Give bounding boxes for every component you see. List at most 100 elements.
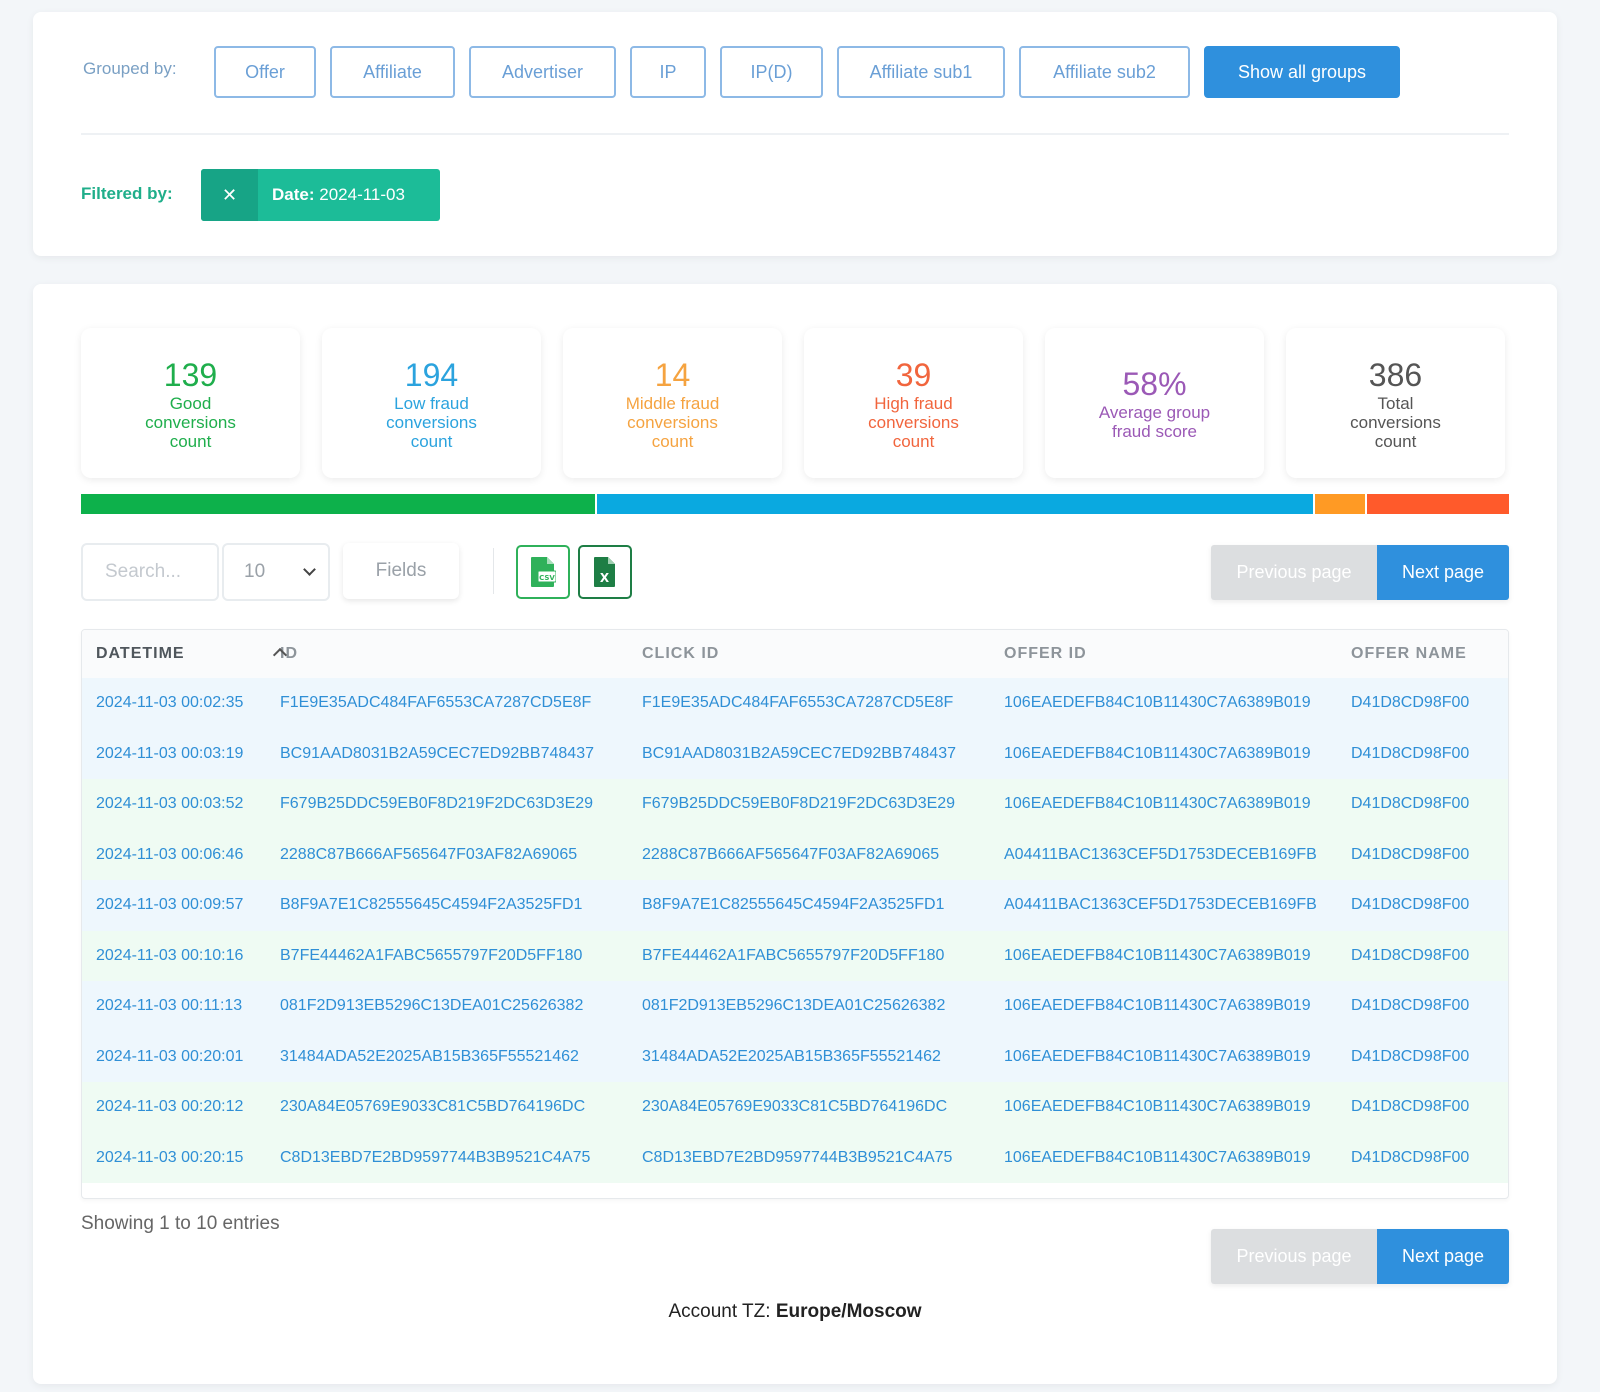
cell-offer-id: 106EAEDEFB84C10B11430C7A6389B019: [990, 1082, 1337, 1133]
stat-middle-fraud-value: 14: [654, 356, 691, 393]
cell-offer-name: D41D8CD98F00: [1337, 678, 1508, 729]
csv-file-icon: CSV: [531, 557, 556, 587]
cell-datetime: 2024-11-03 00:20:01: [82, 1031, 266, 1082]
bar-segment-good: [81, 494, 596, 514]
stat-avg-fraud-score-label: Average group fraud score: [1098, 403, 1211, 441]
column-datetime-label: DATETIME: [96, 645, 185, 662]
column-datetime[interactable]: DATETIME: [82, 630, 287, 678]
cell-id: C8D13EBD7E2BD9597744B3B9521C4A75: [266, 1132, 628, 1183]
bar-segment-low: [595, 494, 1313, 514]
cell-offer-name: D41D8CD98F00: [1337, 1082, 1508, 1133]
group-affiliate-sub2-button[interactable]: Affiliate sub2: [1019, 46, 1190, 98]
table-row[interactable]: 2024-11-03 00:06:46 2288C87B666AF565647F0…: [82, 829, 1508, 880]
page-size-value: 10: [244, 561, 266, 582]
stats-row: 139 Good conversions count 194 Low fraud…: [81, 328, 1505, 478]
table-row[interactable]: 2024-11-03 00:20:01 31484ADA52E2025AB15B3…: [82, 1031, 1508, 1082]
table-body: 2024-11-03 00:02:35 F1E9E35ADC484FAF6553C…: [82, 678, 1508, 1183]
stat-high-fraud-label: High fraud conversions count: [868, 393, 959, 451]
cell-offer-name: D41D8CD98F00: [1337, 1031, 1508, 1082]
bar-segment-middle: [1312, 494, 1365, 514]
cell-offer-name: D41D8CD98F00: [1337, 728, 1508, 779]
fields-button[interactable]: Fields: [343, 543, 459, 599]
group-ipd-button[interactable]: IP(D): [720, 46, 823, 98]
stat-avg-fraud-score: 58% Average group fraud score: [1045, 328, 1264, 478]
svg-text:X: X: [600, 571, 610, 585]
cell-id: F679B25DDC59EB0F8D219F2DC63D3E29: [266, 779, 628, 830]
stat-middle-fraud-label: Middle fraud conversions count: [625, 393, 720, 451]
cell-id: F1E9E35ADC484FAF6553CA7287CD5E8F: [266, 678, 628, 729]
next-page-button[interactable]: Next page: [1377, 1229, 1509, 1284]
stat-total-label: Total conversions count: [1350, 393, 1441, 451]
column-click-id[interactable]: CLICK ID: [628, 630, 990, 678]
pagination-top: Previous page Next page: [1211, 545, 1509, 600]
table-row[interactable]: 2024-11-03 00:02:35 F1E9E35ADC484FAF6553C…: [82, 678, 1508, 729]
stat-high-fraud-value: 39: [895, 356, 932, 393]
conversions-table: DATETIME ID CLICK ID OFFER ID OFFER NAME…: [81, 629, 1509, 1199]
cell-offer-id: 106EAEDEFB84C10B11430C7A6389B019: [990, 779, 1337, 830]
cell-offer-id: 106EAEDEFB84C10B11430C7A6389B019: [990, 1031, 1337, 1082]
page-size-select[interactable]: 10: [222, 543, 330, 601]
cell-datetime: 2024-11-03 00:10:16: [82, 930, 266, 981]
table-row[interactable]: 2024-11-03 00:11:13 081F2D913EB5296C13DEA…: [82, 981, 1508, 1032]
column-id[interactable]: ID: [266, 630, 628, 678]
previous-page-button[interactable]: Previous page: [1211, 545, 1377, 600]
bar-segment-high: [1364, 494, 1509, 514]
cell-click-id: 2288C87B666AF565647F03AF82A69065: [628, 829, 990, 880]
account-timezone: Account TZ: Europe/Moscow: [33, 1301, 1557, 1323]
stat-total-value: 386: [1368, 356, 1423, 393]
group-offer-button[interactable]: Offer: [214, 46, 316, 98]
cell-click-id: C8D13EBD7E2BD9597744B3B9521C4A75: [628, 1132, 990, 1183]
table-row[interactable]: 2024-11-03 00:20:12 230A84E05769E9033C81C…: [82, 1082, 1508, 1133]
cell-id: BC91AAD8031B2A59CEC7ED92BB748437: [266, 728, 628, 779]
group-affiliate-sub1-button[interactable]: Affiliate sub1: [837, 46, 1005, 98]
cell-offer-name: D41D8CD98F00: [1337, 779, 1508, 830]
show-all-groups-button[interactable]: Show all groups: [1204, 46, 1400, 98]
cell-datetime: 2024-11-03 00:03:19: [82, 728, 266, 779]
next-page-button[interactable]: Next page: [1377, 545, 1509, 600]
cell-id: B7FE44462A1FABC5655797F20D5FF180: [266, 930, 628, 981]
export-excel-button[interactable]: X: [578, 545, 632, 599]
group-affiliate-button[interactable]: Affiliate: [330, 46, 455, 98]
table-header-row: DATETIME ID CLICK ID OFFER ID OFFER NAME: [82, 630, 1508, 678]
cell-offer-name: D41D8CD98F00: [1337, 829, 1508, 880]
cell-click-id: BC91AAD8031B2A59CEC7ED92BB748437: [628, 728, 990, 779]
entries-info: Showing 1 to 10 entries: [81, 1213, 280, 1234]
table-row[interactable]: 2024-11-03 00:10:16 B7FE44462A1FABC565579…: [82, 930, 1508, 981]
column-offer-name[interactable]: OFFER NAME: [1337, 630, 1508, 678]
cell-offer-id: 106EAEDEFB84C10B11430C7A6389B019: [990, 1132, 1337, 1183]
table-row[interactable]: 2024-11-03 00:03:19 BC91AAD8031B2A59CEC7E…: [82, 728, 1508, 779]
conversions-panel: 139 Good conversions count 194 Low fraud…: [33, 284, 1557, 1384]
cell-id: 31484ADA52E2025AB15B365F55521462: [266, 1031, 628, 1082]
excel-file-icon: X: [594, 557, 615, 587]
divider: [81, 133, 1509, 135]
fraud-distribution-bar: [81, 494, 1509, 514]
cell-id: 2288C87B666AF565647F03AF82A69065: [266, 829, 628, 880]
table-row[interactable]: 2024-11-03 00:20:15 C8D13EBD7E2BD9597744B…: [82, 1132, 1508, 1183]
timezone-label: Account TZ:: [668, 1301, 771, 1322]
previous-page-button[interactable]: Previous page: [1211, 1229, 1377, 1284]
cell-offer-id: 106EAEDEFB84C10B11430C7A6389B019: [990, 728, 1337, 779]
remove-filter-icon[interactable]: ✕: [201, 169, 258, 221]
group-ip-button[interactable]: IP: [630, 46, 706, 98]
grouping-panel: Grouped by: Offer Affiliate Advertiser I…: [33, 12, 1557, 256]
export-csv-button[interactable]: CSV: [516, 545, 570, 599]
column-offer-id[interactable]: OFFER ID: [990, 630, 1337, 678]
table-row[interactable]: 2024-11-03 00:03:52 F679B25DDC59EB0F8D219…: [82, 779, 1508, 830]
group-advertiser-button[interactable]: Advertiser: [469, 46, 616, 98]
cell-id: 230A84E05769E9033C81C5BD764196DC: [266, 1082, 628, 1133]
cell-click-id: 230A84E05769E9033C81C5BD764196DC: [628, 1082, 990, 1133]
cell-datetime: 2024-11-03 00:20:12: [82, 1082, 266, 1133]
toolbar-separator: [493, 548, 494, 594]
stat-good-value: 139: [163, 356, 218, 393]
table-row[interactable]: 2024-11-03 00:09:57 B8F9A7E1C82555645C459…: [82, 880, 1508, 931]
stat-avg-fraud-score-value: 58%: [1122, 366, 1187, 402]
search-input[interactable]: Search...: [81, 543, 219, 601]
cell-click-id: F679B25DDC59EB0F8D219F2DC63D3E29: [628, 779, 990, 830]
cell-offer-id: 106EAEDEFB84C10B11430C7A6389B019: [990, 981, 1337, 1032]
cell-id: 081F2D913EB5296C13DEA01C25626382: [266, 981, 628, 1032]
stat-good-label: Good conversions count: [145, 393, 236, 451]
cell-datetime: 2024-11-03 00:11:13: [82, 981, 266, 1032]
cell-id: B8F9A7E1C82555645C4594F2A3525FD1: [266, 880, 628, 931]
stat-total: 386 Total conversions count: [1286, 328, 1505, 478]
cell-offer-name: D41D8CD98F00: [1337, 880, 1508, 931]
